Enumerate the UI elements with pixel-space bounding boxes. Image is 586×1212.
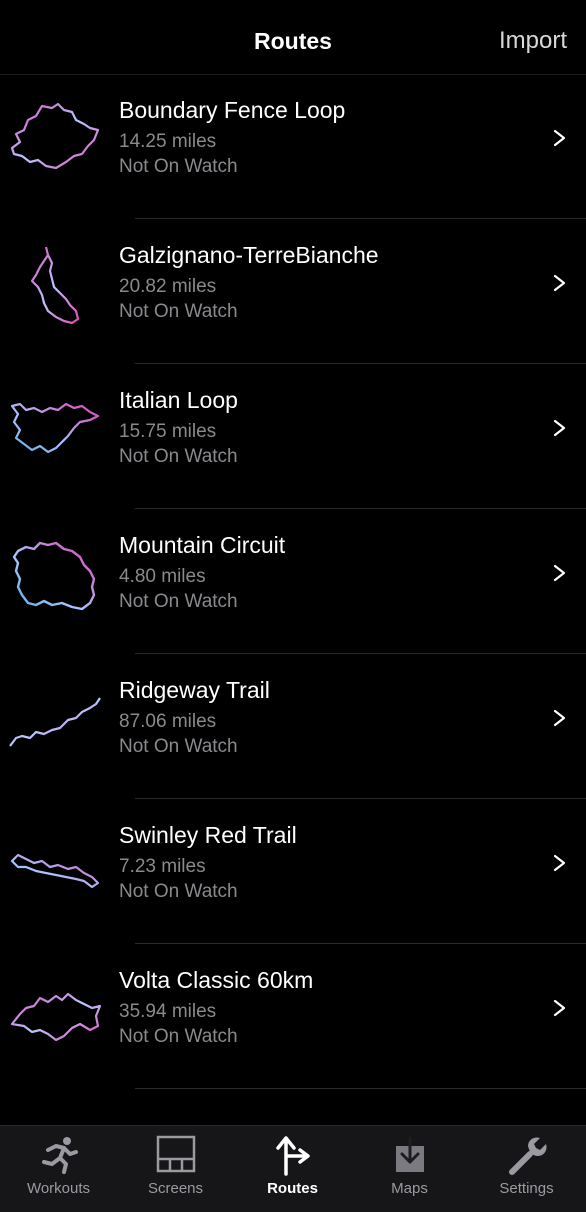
tab-label: Workouts — [26, 1180, 91, 1197]
tab-label: Screens — [147, 1180, 204, 1197]
route-distance: 7.23 miles — [119, 856, 206, 877]
chevron-right-icon — [553, 709, 566, 727]
route-row-mountain-circuit[interactable]: Mountain Circuit 4.80 miles Not On Watch — [0, 509, 586, 654]
route-thumbnail — [10, 402, 100, 454]
navigation-bar: Routes Import — [0, 0, 586, 75]
tab-routes[interactable]: Routes — [234, 1126, 351, 1212]
tab-workouts[interactable]: Workouts — [0, 1126, 117, 1212]
chevron-right-icon — [553, 999, 566, 1017]
route-thumbnail — [10, 853, 100, 889]
route-arrows-icon — [276, 1136, 310, 1176]
route-distance: 87.06 miles — [119, 711, 217, 732]
route-row-italian-loop[interactable]: Italian Loop 15.75 miles Not On Watch — [0, 364, 586, 509]
route-watch-status: Not On Watch — [119, 591, 238, 612]
route-thumbnail — [10, 992, 102, 1042]
chevron-right-icon — [553, 419, 566, 437]
tab-label: Routes — [267, 1180, 318, 1197]
route-distance: 14.25 miles — [119, 131, 217, 152]
wrench-icon — [509, 1137, 547, 1175]
route-thumbnail — [30, 246, 80, 325]
chevron-right-icon — [553, 274, 566, 292]
route-row-volta-classic-60km[interactable]: Volta Classic 60km 35.94 miles Not On Wa… — [0, 944, 586, 1089]
route-name: Mountain Circuit — [119, 532, 286, 558]
route-watch-status: Not On Watch — [119, 156, 238, 177]
route-distance: 15.75 miles — [119, 421, 217, 442]
tab-label: Settings — [499, 1180, 554, 1197]
chevron-right-icon — [553, 564, 566, 582]
route-watch-status: Not On Watch — [119, 736, 238, 757]
tab-screens[interactable]: Screens — [117, 1126, 234, 1212]
route-row-ridgeway-trail[interactable]: Ridgeway Trail 87.06 miles Not On Watch — [0, 654, 586, 799]
route-name: Ridgeway Trail — [119, 677, 270, 703]
map-download-icon — [396, 1136, 424, 1172]
route-name: Volta Classic 60km — [119, 967, 314, 993]
tab-label: Maps — [391, 1180, 428, 1197]
route-watch-status: Not On Watch — [119, 881, 238, 902]
import-button[interactable]: Import — [499, 27, 567, 55]
route-distance: 20.82 miles — [119, 276, 217, 297]
route-row-boundary-fence-loop[interactable]: Boundary Fence Loop 14.25 miles Not On W… — [0, 74, 586, 219]
route-name: Boundary Fence Loop — [119, 97, 346, 123]
runner-icon — [42, 1137, 78, 1174]
route-thumbnail — [12, 541, 96, 611]
route-thumbnail — [10, 102, 100, 170]
route-row-galzignano-terrebianche[interactable]: Galzignano-TerreBianche 20.82 miles Not … — [0, 219, 586, 364]
route-row-swinley-red-trail[interactable]: Swinley Red Trail 7.23 miles Not On Watc… — [0, 799, 586, 944]
route-watch-status: Not On Watch — [119, 301, 238, 322]
tab-settings[interactable]: Settings — [468, 1126, 585, 1212]
tab-bar: Workouts Screens Routes Maps Settings — [0, 1125, 586, 1212]
route-distance: 4.80 miles — [119, 566, 206, 587]
route-thumbnail — [9, 697, 101, 747]
row-divider — [135, 1088, 586, 1089]
tab-maps[interactable]: Maps — [351, 1126, 468, 1212]
screens-grid-icon — [156, 1135, 196, 1173]
route-distance: 35.94 miles — [119, 1001, 217, 1022]
route-name: Italian Loop — [119, 387, 238, 413]
route-name: Swinley Red Trail — [119, 822, 297, 848]
route-watch-status: Not On Watch — [119, 446, 238, 467]
route-list: Boundary Fence Loop 14.25 miles Not On W… — [0, 74, 586, 1089]
chevron-right-icon — [553, 129, 566, 147]
chevron-right-icon — [553, 854, 566, 872]
route-name: Galzignano-TerreBianche — [119, 242, 379, 268]
route-watch-status: Not On Watch — [119, 1026, 238, 1047]
